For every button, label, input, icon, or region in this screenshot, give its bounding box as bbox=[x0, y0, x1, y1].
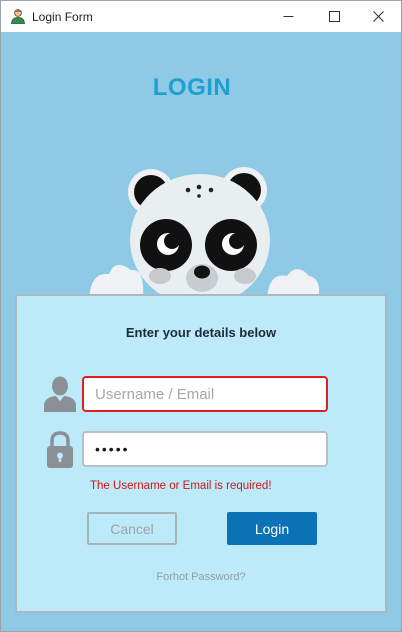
title-bar: Login Form bbox=[1, 1, 401, 32]
minimize-icon bbox=[283, 16, 293, 17]
user-icon bbox=[11, 9, 25, 24]
form-heading: Enter your details below bbox=[125, 325, 277, 340]
login-window: Login Form LOGIN Enter your details belo… bbox=[0, 0, 402, 632]
login-button[interactable]: Login bbox=[227, 512, 317, 545]
lock-icon bbox=[47, 431, 73, 468]
forgot-password-link[interactable]: Forhot Password? bbox=[17, 571, 385, 583]
page-title: LOGIN bbox=[152, 74, 232, 101]
minimize-button[interactable] bbox=[265, 1, 311, 32]
close-button[interactable] bbox=[355, 1, 401, 32]
password-field[interactable]: ••••• bbox=[82, 431, 328, 467]
username-placeholder: Username / Email bbox=[95, 385, 215, 403]
validation-error: The Username or Email is required! bbox=[90, 480, 272, 492]
content-area: LOGIN Enter your details below Username … bbox=[1, 32, 401, 631]
close-icon bbox=[372, 11, 384, 22]
maximize-icon bbox=[328, 11, 340, 22]
cancel-button[interactable]: Cancel bbox=[87, 512, 177, 545]
window-title: Login Form bbox=[32, 10, 93, 24]
password-value: ••••• bbox=[95, 441, 130, 457]
maximize-button[interactable] bbox=[311, 1, 357, 32]
login-card: Enter your details below Username / Emai… bbox=[15, 294, 387, 613]
panda-illustration bbox=[89, 167, 319, 298]
user-icon bbox=[44, 376, 76, 412]
username-field[interactable]: Username / Email bbox=[82, 376, 328, 412]
